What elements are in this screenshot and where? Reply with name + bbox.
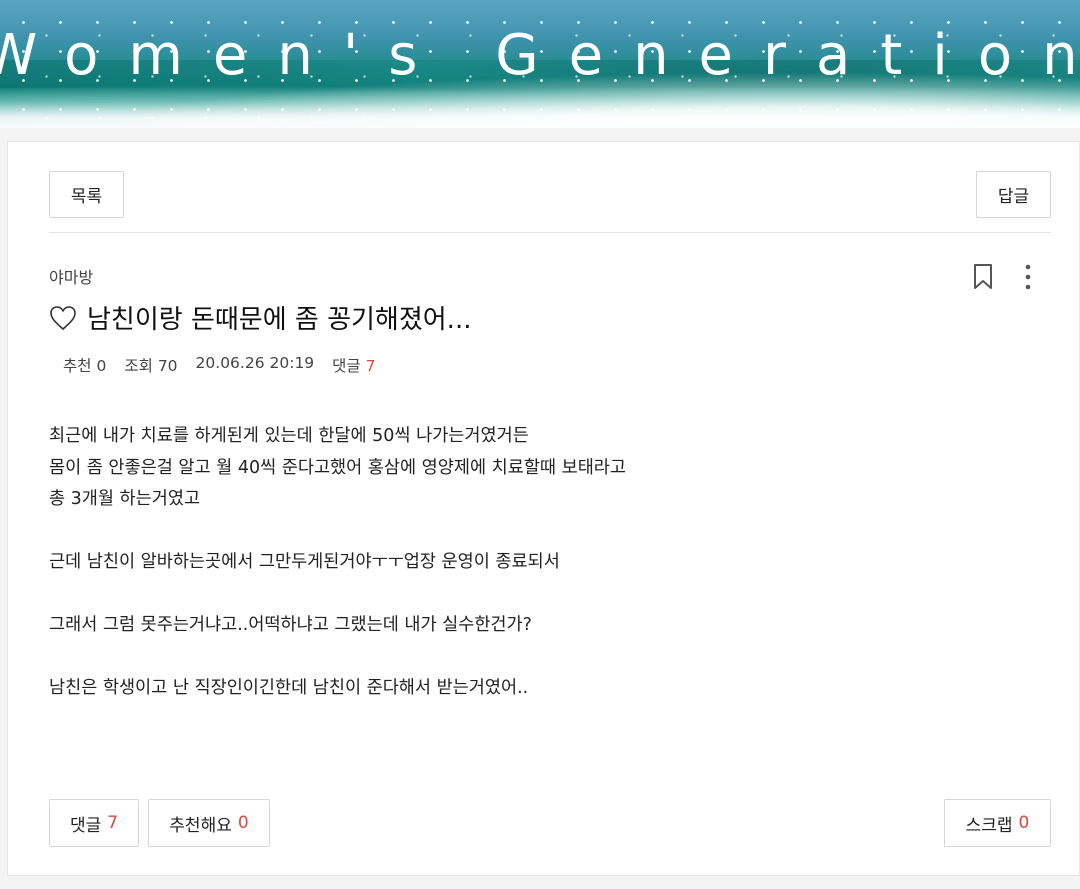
views-stat-count: 70 [157, 357, 178, 375]
post-card: 목록 답글 야마방 남친이랑 돈때문에 좀 꽁기해졌어... 추천 0 조회 7… [7, 141, 1080, 876]
body-line: 남친은 학생이고 난 직장인이긴한데 남친이 준다해서 받는거였어.. [49, 678, 529, 698]
recommend-button-label: 추천해요 [169, 815, 232, 836]
body-line: 몸이 좀 안좋은걸 알고 월 40씩 준다고했어 홍삼에 영양제에 치료할때 보… [49, 457, 626, 478]
post-title-text: 남친이랑 돈때문에 좀 꽁기해졌어... [87, 305, 472, 335]
comments-stat-label: 댓글 [332, 357, 361, 375]
post-datetime: 20.06.26 20:19 [195, 354, 315, 372]
body-line: 그래서 그럼 못주는거냐고..어떡하냐고 그랬는데 내가 실수한건가? [49, 615, 532, 635]
recommend-button-count: 0 [237, 813, 249, 833]
recommend-button[interactable]: 추천해요 0 [148, 799, 270, 847]
recommend-stat-count: 0 [96, 357, 107, 375]
reply-button[interactable]: 답글 [976, 171, 1051, 218]
comments-stat: 댓글 7 [332, 354, 375, 376]
header-divider [49, 232, 1051, 233]
views-stat-label: 조회 [124, 357, 153, 375]
more-vertical-icon[interactable] [1016, 262, 1040, 292]
recommend-stat: 추천 0 [63, 354, 106, 376]
bookmark-icon[interactable] [972, 263, 994, 291]
comments-stat-count: 7 [365, 357, 376, 375]
comment-button-count: 7 [107, 813, 119, 833]
heart-outline-icon [50, 305, 76, 330]
views-stat: 조회 70 [124, 354, 177, 376]
comment-button-label: 댓글 [69, 815, 102, 836]
header-banner: Women's Generation [0, 0, 1080, 128]
post-body: 최근에 내가 치료를 하게된게 있는데 한달에 50씩 나가는거였거든 몸이 좀… [49, 421, 1029, 705]
scrap-button-count: 0 [1018, 813, 1030, 833]
body-line: 근데 남친이 알바하는곳에서 그만두게된거야ㅜㅜ업장 운영이 종료되서 [49, 552, 560, 572]
body-line: 총 3개월 하는거였고 [49, 489, 201, 509]
banner-title: Women's Generation [0, 23, 1080, 88]
list-button[interactable]: 목록 [49, 171, 124, 218]
post-meta: 추천 0 조회 70 20.06.26 20:19 댓글 7 [63, 354, 376, 376]
scrap-button[interactable]: 스크랩 0 [944, 799, 1051, 847]
board-name[interactable]: 야마방 [49, 264, 93, 288]
recommend-stat-label: 추천 [63, 357, 92, 375]
scrap-button-label: 스크랩 [965, 815, 1013, 836]
comment-button[interactable]: 댓글 7 [49, 799, 139, 847]
body-line: 최근에 내가 치료를 하게된게 있는데 한달에 50씩 나가는거였거든 [49, 426, 529, 446]
post-title: 남친이랑 돈때문에 좀 꽁기해졌어... [49, 299, 471, 336]
